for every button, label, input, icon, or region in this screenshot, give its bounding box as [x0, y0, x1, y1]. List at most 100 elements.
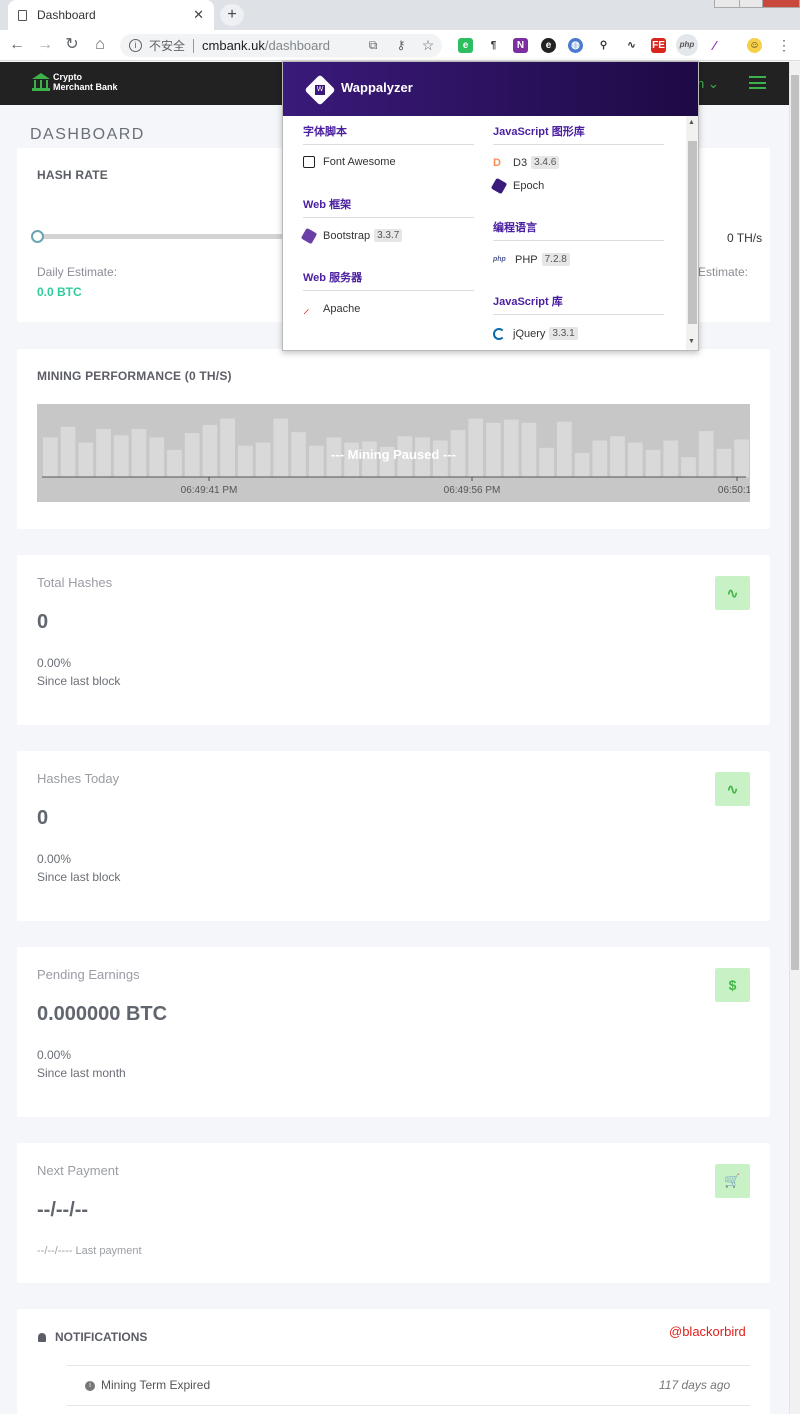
daily-estimate-value: 0.0 BTC — [37, 285, 82, 299]
app-name: Bootstrap — [323, 229, 371, 242]
notification-time: 117 days ago — [659, 1378, 731, 1392]
wappalyzer-header: W Wappalyzer — [283, 62, 698, 116]
key-icon[interactable]: ⚷ — [394, 38, 408, 52]
total-hashes-card: Total Hashes 0 0.00% Since last block ∿ — [17, 555, 770, 725]
scroll-up-arrow-icon[interactable]: ▲ — [688, 119, 695, 126]
divider — [303, 290, 474, 291]
stat-percent: 0.00% — [37, 656, 72, 670]
cart-icon: 🛒 — [715, 1164, 750, 1198]
stat-percent: 0.00% — [37, 1048, 72, 1062]
category-web-server[interactable]: Web 服务器 — [303, 269, 362, 285]
reload-button[interactable]: ↻ — [62, 35, 82, 55]
notifications-card — [17, 1309, 770, 1414]
app-name: jQuery — [513, 327, 546, 340]
hash-rate-readout: 0 TH/s — [727, 231, 763, 245]
stats-icon[interactable]: ∿ — [624, 38, 639, 53]
browser-tab-strip: Dashboard ✕ + — [0, 0, 800, 30]
insecure-label: 不安全 — [149, 39, 186, 53]
extension-e-icon[interactable]: e — [541, 38, 556, 53]
feather-icon: ⸝ — [303, 301, 310, 316]
app-name: Epoch — [513, 180, 545, 192]
fe-icon[interactable]: FE — [651, 38, 666, 53]
info-icon[interactable]: i — [129, 39, 142, 52]
app-name: Apache — [323, 303, 361, 315]
stat-since: Since last block — [37, 870, 121, 884]
app-jquery[interactable]: jQuery 3.3.1 — [493, 327, 578, 340]
browser-tab[interactable]: Dashboard ✕ — [8, 0, 214, 30]
stat-since: Since last month — [37, 1066, 126, 1080]
mining-paused-overlay: --- Mining Paused --- — [331, 447, 456, 462]
hash-rate-slider-handle[interactable] — [31, 230, 44, 243]
tab-title: Dashboard — [37, 8, 96, 22]
divider — [303, 144, 474, 145]
page-scroll-thumb[interactable] — [791, 75, 799, 970]
category-font-scripts[interactable]: 字体脚本 — [303, 123, 347, 139]
stat-value: 0 — [37, 807, 49, 829]
category-js-library[interactable]: JavaScript 库 — [493, 293, 563, 309]
forward-button[interactable]: → — [35, 35, 55, 55]
divider — [493, 240, 664, 241]
app-d3[interactable]: D D3 3.4.6 — [493, 156, 560, 169]
page-title: DASHBOARD — [30, 126, 145, 143]
app-bootstrap[interactable]: Bootstrap 3.3.7 — [300, 227, 403, 244]
last-payment-text: --/--/---- Last payment — [37, 1245, 142, 1257]
flag-icon — [303, 156, 315, 168]
home-button[interactable]: ⌂ — [90, 35, 110, 55]
hash-rate-slider[interactable] — [38, 234, 288, 239]
scroll-down-arrow-icon[interactable]: ▼ — [688, 338, 695, 345]
jquery-icon — [493, 327, 505, 340]
site-logo[interactable]: Crypto Merchant Bank — [32, 72, 118, 92]
app-version: 3.3.7 — [374, 229, 403, 242]
d3-icon: D — [493, 156, 501, 169]
magnifier-icon[interactable]: ⚲ — [596, 38, 611, 53]
user-menu-toggle[interactable]: n ⌄ — [697, 76, 719, 92]
attribution-handle: @blackorbird — [669, 1324, 746, 1339]
divider — [493, 144, 664, 145]
app-version: 7.2.8 — [541, 253, 570, 266]
stat-value: 0 — [37, 611, 49, 633]
bookmark-star-icon[interactable]: ☆ — [421, 38, 435, 52]
hashes-today-card: Hashes Today 0 0.00% Since last block ∿ — [17, 751, 770, 921]
new-tab-button[interactable]: + — [220, 4, 244, 26]
quill-icon[interactable]: ⁄ — [707, 38, 722, 53]
daily-estimate-label: Daily Estimate: — [37, 265, 118, 279]
notification-text[interactable]: Mining Term Expired — [101, 1378, 210, 1392]
category-programming-language[interactable]: 编程语言 — [493, 219, 537, 235]
popup-scroll-thumb[interactable] — [688, 141, 697, 324]
translate-icon[interactable]: ⧉ — [366, 38, 380, 52]
info-circle-icon: i — [85, 1381, 95, 1391]
category-web-framework[interactable]: Web 框架 — [303, 196, 351, 212]
menu-dots-icon[interactable]: ⋮ — [777, 38, 791, 52]
notifications-title: NOTIFICATIONS — [38, 1330, 147, 1344]
notifications-title-text: NOTIFICATIONS — [55, 1330, 148, 1344]
stat-label: Total Hashes — [37, 575, 113, 590]
stat-since: Since last block — [37, 674, 121, 688]
next-payment-card: Next Payment --/--/-- --/--/---- Last pa… — [17, 1143, 770, 1283]
app-name: PHP — [515, 253, 538, 266]
mining-chart: 06:49:41 PM 06:49:56 PM 06:50:11 --- Minin… — [37, 404, 750, 502]
pulse-icon: ∿ — [715, 772, 750, 806]
close-window-button[interactable] — [762, 0, 800, 8]
paragraph-icon[interactable]: ¶ — [486, 38, 501, 53]
globe-icon[interactable]: ◍ — [568, 38, 583, 53]
profile-avatar-icon[interactable]: ☺ — [747, 38, 762, 53]
stat-value: 0.000000 BTC — [37, 1003, 168, 1025]
app-version: 3.3.1 — [549, 327, 578, 340]
app-php[interactable]: php PHP 7.2.8 — [493, 253, 570, 266]
app-epoch[interactable]: Epoch — [490, 177, 545, 195]
app-font-awesome[interactable]: Font Awesome — [303, 156, 396, 168]
url-path: /dashboard — [264, 38, 330, 53]
category-js-graphics[interactable]: JavaScript 图形库 — [493, 123, 585, 139]
hamburger-menu-icon[interactable] — [749, 76, 766, 89]
close-tab-icon[interactable]: ✕ — [193, 7, 204, 23]
url-host: cmbank.uk — [202, 38, 265, 53]
back-button[interactable]: ← — [7, 35, 27, 55]
hash-rate-title: HASH RATE — [37, 168, 108, 182]
app-apache[interactable]: ⸝ Apache — [303, 301, 361, 316]
evernote-icon[interactable]: e — [458, 38, 473, 53]
minimize-button[interactable] — [714, 0, 742, 8]
wappalyzer-logo-icon: W — [299, 69, 341, 111]
php-extension-icon[interactable]: php — [676, 34, 698, 56]
onenote-icon[interactable]: N — [513, 38, 528, 53]
bootstrap-icon — [300, 227, 318, 244]
